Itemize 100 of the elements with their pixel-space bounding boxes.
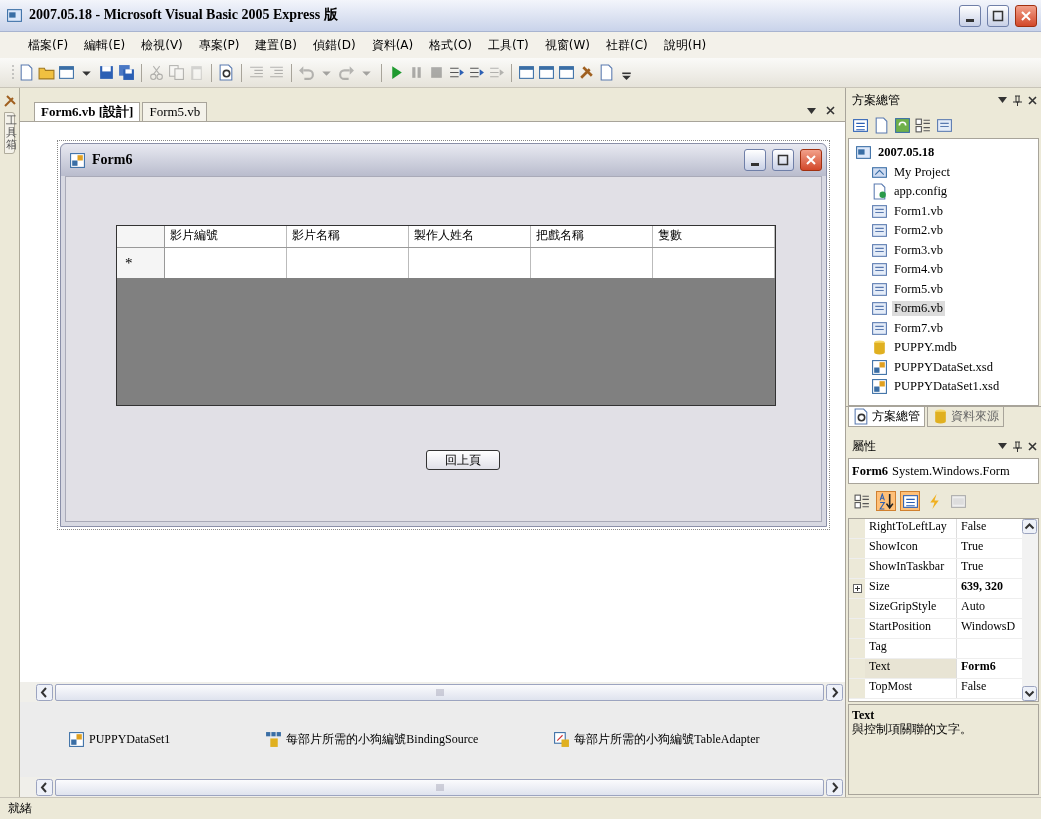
pin-icon[interactable] — [1013, 440, 1022, 452]
menu-item[interactable]: 資料(A) — [363, 35, 422, 55]
property-value[interactable]: False — [957, 519, 1022, 538]
property-value[interactable]: False — [957, 679, 1022, 698]
close-icon[interactable] — [1028, 441, 1037, 451]
component-label[interactable]: 每部片所需的小狗編號BindingSource — [286, 732, 479, 747]
scroll-right-button[interactable] — [826, 778, 843, 796]
find-icon[interactable] — [218, 64, 235, 81]
column-header[interactable]: 影片編號 — [165, 226, 287, 247]
pin-icon[interactable] — [1013, 94, 1022, 106]
scrollbar-thumb[interactable] — [55, 778, 824, 796]
tree-item[interactable]: Form6.vb — [892, 301, 945, 317]
toolbar-toggle[interactable] — [900, 491, 920, 511]
menu-item[interactable]: 編輯(E) — [76, 35, 134, 55]
menu-item[interactable]: 工具(T) — [480, 35, 537, 55]
expand-icon[interactable] — [852, 584, 862, 593]
scroll-left-button[interactable] — [36, 778, 53, 796]
close-icon[interactable] — [826, 106, 835, 115]
tree-item[interactable]: app.config — [892, 184, 950, 200]
panel-tab[interactable]: 方案總管 — [848, 407, 925, 427]
menu-item[interactable]: 偵錯(D) — [305, 35, 364, 55]
tree-item[interactable]: Form4.vb — [892, 262, 945, 278]
tree-item[interactable]: 2007.05.18 — [876, 145, 937, 161]
panel-tab[interactable]: 資料來源 — [927, 407, 1004, 427]
maximize-glyph-icon — [777, 154, 789, 166]
column-header[interactable]: 影片名稱 — [287, 226, 409, 247]
maximize-button[interactable] — [772, 149, 794, 171]
tree-item[interactable]: PUPPYDataSet1.xsd — [892, 379, 1002, 395]
refresh-icon[interactable] — [894, 116, 911, 134]
tree-item[interactable]: Form3.vb — [892, 242, 945, 258]
component-label[interactable]: 每部片所需的小狗編號TableAdapter — [574, 732, 760, 747]
tree-item[interactable]: Form7.vb — [892, 320, 945, 336]
page-icon[interactable] — [18, 64, 35, 81]
grip-icon — [435, 783, 444, 791]
property-name[interactable]: TopMost — [865, 679, 957, 698]
maximize-button[interactable] — [987, 4, 1009, 27]
column-header[interactable]: 隻數 — [653, 226, 775, 247]
property-value[interactable]: 639, 320 — [957, 579, 1022, 598]
component-label[interactable]: PUPPYDataSet1 — [89, 732, 171, 747]
tree-item[interactable]: Form1.vb — [892, 203, 945, 219]
property-name[interactable]: ShowInTaskbar — [865, 559, 957, 578]
minimize-button[interactable] — [744, 149, 766, 171]
window-icon[interactable] — [538, 64, 555, 81]
tools-icon[interactable] — [578, 64, 595, 81]
close-button[interactable] — [1015, 4, 1037, 27]
dropdown-arrow-icon[interactable] — [998, 443, 1007, 449]
menu-item[interactable]: 說明(H) — [655, 35, 715, 55]
stacked-disks-icon[interactable] — [118, 64, 135, 81]
property-name[interactable]: Tag — [865, 639, 957, 658]
tree-item[interactable]: Form5.vb — [892, 281, 945, 297]
dropdown-arrow-icon[interactable] — [998, 97, 1007, 103]
property-name[interactable]: StartPosition — [865, 619, 957, 638]
tree-item[interactable]: PUPPYDataSet.xsd — [892, 359, 995, 375]
property-name[interactable]: ShowIcon — [865, 539, 957, 558]
toolbar-toggle[interactable] — [852, 491, 872, 511]
tree-item[interactable]: My Project — [892, 164, 952, 180]
column-header[interactable]: 把戲名稱 — [531, 226, 653, 247]
object-selector[interactable]: Form6 System.Windows.Form — [848, 458, 1039, 484]
property-name[interactable]: Text — [865, 659, 957, 678]
scroll-left-button[interactable] — [36, 683, 53, 701]
tree-item[interactable]: PUPPY.mdb — [892, 340, 959, 356]
dropdown-arrow-icon[interactable] — [807, 107, 816, 114]
menu-item[interactable]: 建置(B) — [247, 35, 305, 55]
window-icon[interactable] — [518, 64, 535, 81]
menu-item[interactable]: 檔案(F) — [20, 35, 77, 55]
menu-item[interactable]: 檢視(V) — [133, 35, 191, 55]
property-name[interactable]: SizeGripStyle — [865, 599, 957, 618]
page-icon[interactable] — [873, 116, 890, 134]
document-tab[interactable]: Form5.vb — [142, 102, 208, 121]
menu-item[interactable]: 視窗(W) — [536, 35, 598, 55]
close-icon[interactable] — [1028, 95, 1037, 105]
property-list-icon[interactable] — [852, 116, 869, 134]
toolbox-tab[interactable]: 工具箱 — [4, 112, 15, 155]
menu-item[interactable]: 社群(C) — [597, 35, 656, 55]
back-button[interactable]: 回上頁 — [426, 450, 500, 471]
menu-item[interactable]: 專案(P) — [190, 35, 248, 55]
scroll-up-icon[interactable] — [1022, 519, 1037, 534]
description-title: Text — [852, 708, 876, 723]
toolbar-toggle[interactable] — [876, 491, 896, 511]
scrollbar-thumb[interactable] — [55, 683, 824, 701]
column-header[interactable]: 製作人姓名 — [409, 226, 531, 247]
scroll-down-icon[interactable] — [1022, 686, 1037, 701]
tools-icon[interactable] — [2, 94, 17, 108]
minimize-button[interactable] — [959, 4, 981, 27]
property-value[interactable]: Auto — [957, 599, 1022, 618]
window-icon[interactable] — [58, 64, 75, 81]
scroll-right-button[interactable] — [826, 683, 843, 701]
form-icon[interactable] — [936, 116, 953, 134]
property-value[interactable]: True — [957, 539, 1022, 558]
menu-item[interactable]: 格式(O) — [421, 35, 480, 55]
categorized-icon[interactable] — [915, 116, 932, 134]
property-name[interactable]: RightToLeftLay — [865, 519, 957, 538]
close-button[interactable] — [800, 149, 822, 171]
property-value[interactable]: WindowsD — [957, 619, 1022, 638]
document-tab[interactable]: Form6.vb [設計] — [34, 102, 141, 121]
window-icon[interactable] — [558, 64, 575, 81]
property-value[interactable]: True — [957, 559, 1022, 578]
tree-item[interactable]: Form2.vb — [892, 223, 945, 239]
property-name[interactable]: Size — [865, 579, 957, 598]
property-value[interactable]: Form6 — [957, 659, 1022, 678]
